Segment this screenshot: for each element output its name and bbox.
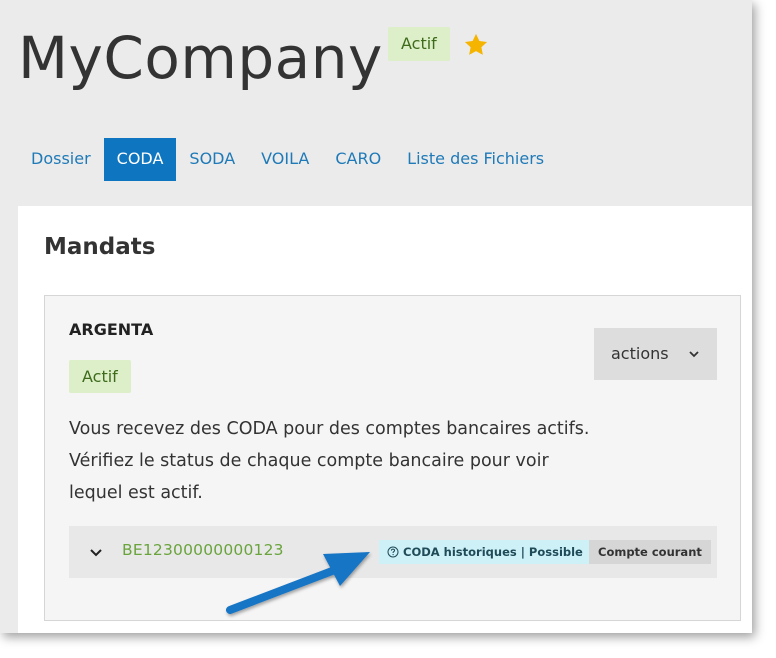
tab-voila[interactable]: VOILA — [248, 138, 322, 181]
star-icon[interactable] — [462, 31, 490, 59]
company-title: MyCompany — [18, 24, 383, 92]
description-line: lequel est actif. — [69, 483, 203, 503]
account-row: BE12300000000123 CODA historiques | Poss… — [69, 526, 717, 578]
tab-coda[interactable]: CODA — [103, 138, 177, 181]
coda-badge-text: CODA historiques | Possible — [403, 545, 583, 559]
tab-dossier[interactable]: Dossier — [18, 138, 104, 181]
bank-name: ARGENTA — [69, 320, 154, 339]
tab-bar: Dossier CODA SODA VOILA CARO Liste des F… — [18, 138, 557, 181]
coda-historiques-badge: CODA historiques | Possible — [379, 540, 591, 564]
account-type-badge: Compte courant — [589, 540, 711, 564]
actions-label: actions — [611, 344, 669, 363]
actions-button[interactable]: actions — [594, 328, 717, 380]
description-line: Vérifiez le status de chaque compte banc… — [69, 451, 549, 471]
description-line: Vous recevez des CODA pour des comptes b… — [69, 419, 590, 439]
section-title: Mandats — [44, 234, 156, 260]
tab-liste-des-fichiers[interactable]: Liste des Fichiers — [394, 138, 557, 181]
app-window: MyCompany Actif Dossier CODA SODA VOILA … — [0, 0, 752, 633]
chevron-down-icon[interactable] — [89, 545, 103, 559]
company-status-badge: Actif — [388, 27, 450, 61]
chevron-down-icon — [689, 351, 699, 358]
tab-soda[interactable]: SODA — [176, 138, 248, 181]
tab-caro[interactable]: CARO — [322, 138, 394, 181]
mandate-card: ARGENTA Actif actions Vous recevez des C… — [44, 295, 741, 621]
arrow-annotation — [226, 552, 370, 614]
mandate-description: Vous recevez des CODA pour des comptes b… — [69, 413, 659, 509]
mandate-status-badge: Actif — [69, 360, 131, 393]
